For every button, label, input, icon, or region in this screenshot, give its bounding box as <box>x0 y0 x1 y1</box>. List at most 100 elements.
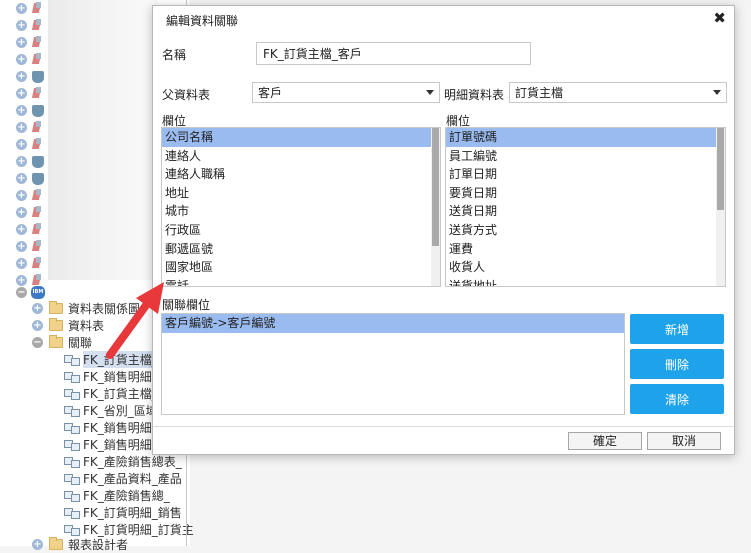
list-item[interactable]: 員工編號 <box>446 147 725 166</box>
tree-label: 報表設計者 <box>68 538 129 552</box>
list-item[interactable]: 國家地區 <box>162 258 440 277</box>
tree-item-relation[interactable]: FK_產品資料_產品 <box>64 470 182 487</box>
expand-icon[interactable]: + <box>32 539 43 550</box>
collapse-icon[interactable]: − <box>16 287 27 298</box>
expand-icon[interactable]: + <box>16 105 27 116</box>
list-item[interactable]: 送貨日期 <box>446 202 725 221</box>
tree-row[interactable]: + <box>16 102 44 119</box>
delete-button[interactable]: 刪除 <box>630 349 724 379</box>
list-item[interactable]: 郵遞區號 <box>162 240 440 259</box>
list-item[interactable]: 收貨人 <box>446 258 725 277</box>
tree-item-relation[interactable]: FK_訂貨主檔_ <box>64 385 158 402</box>
list-item[interactable]: 連絡人職稱 <box>162 165 440 184</box>
report-icon <box>31 240 43 253</box>
list-item[interactable]: 客戶編號->客戶編號 <box>162 314 624 333</box>
tree-row[interactable]: + <box>16 255 43 272</box>
tree-row[interactable]: + <box>16 85 43 102</box>
scrollbar-thumb[interactable] <box>717 128 724 210</box>
query-icon <box>32 104 44 117</box>
scrollbar[interactable] <box>431 128 440 286</box>
report-icon <box>31 87 43 100</box>
expand-icon[interactable]: + <box>16 3 27 14</box>
expand-icon[interactable]: + <box>16 224 27 235</box>
list-item[interactable]: 訂單號碼 <box>446 128 725 147</box>
tree-row[interactable]: + <box>16 68 44 85</box>
tree-row[interactable]: + <box>16 204 43 221</box>
tree-row-database[interactable]: − IBM <box>16 284 45 301</box>
tree-item-relation[interactable]: FK_銷售明細 <box>64 436 152 453</box>
tree-row[interactable]: + <box>16 119 43 136</box>
list-item[interactable]: 連絡人 <box>162 147 440 166</box>
tree-row[interactable]: + <box>16 187 43 204</box>
list-item[interactable]: 送貨方式 <box>446 221 725 240</box>
folder-icon <box>49 301 63 314</box>
tree-item-relation[interactable]: FK_產險銷售總_ <box>64 487 170 504</box>
tree-row[interactable]: + <box>16 238 43 255</box>
expand-icon[interactable]: + <box>16 190 27 201</box>
tree-item-relation[interactable]: FK_訂貨明細_銷售 <box>64 504 182 521</box>
scrollbar-thumb[interactable] <box>432 128 439 246</box>
tree-row[interactable]: + <box>16 221 43 238</box>
relation-icon <box>64 405 80 417</box>
expand-icon[interactable]: + <box>16 88 27 99</box>
expand-icon[interactable]: + <box>16 258 27 269</box>
tree-item-relation[interactable]: FK_產險銷售總表_ <box>64 453 182 470</box>
expand-icon[interactable]: + <box>16 173 27 184</box>
scrollbar[interactable] <box>716 128 725 286</box>
relation-fields-list[interactable]: 客戶編號->客戶編號 <box>161 313 625 415</box>
tree-row[interactable]: + <box>16 51 43 68</box>
tree-folder-relations[interactable]: − 關聯 <box>32 334 92 351</box>
list-item[interactable]: 訂單日期 <box>446 165 725 184</box>
tree-row[interactable]: + <box>16 0 43 17</box>
expand-icon[interactable]: + <box>16 241 27 252</box>
relation-icon <box>64 524 80 536</box>
collapse-icon[interactable]: − <box>32 337 43 348</box>
list-item[interactable]: 要貨日期 <box>446 184 725 203</box>
report-icon <box>31 121 43 134</box>
list-item[interactable]: 城市 <box>162 202 440 221</box>
tree-label: 關聯 <box>68 336 93 350</box>
relation-icon <box>64 422 80 434</box>
tree-row[interactable]: + <box>16 170 44 187</box>
report-icon <box>31 36 43 49</box>
expand-icon[interactable]: + <box>16 207 27 218</box>
tree-folder-report-designer[interactable]: + 報表設計者 <box>32 536 128 553</box>
expand-icon[interactable]: + <box>16 71 27 82</box>
detail-table-select[interactable]: 訂貨主檔 <box>509 82 727 103</box>
red-arrow-annotation <box>106 282 164 359</box>
list-item[interactable]: 地址 <box>162 184 440 203</box>
tree-row[interactable]: + <box>16 17 43 34</box>
expand-icon[interactable]: + <box>16 122 27 133</box>
list-item[interactable]: 電話 <box>162 277 440 286</box>
expand-icon[interactable]: + <box>32 303 43 314</box>
expand-icon[interactable]: + <box>32 320 43 331</box>
expand-icon[interactable]: + <box>16 139 27 150</box>
tree-folder-tables[interactable]: + 資料表 <box>32 317 104 334</box>
ok-button[interactable]: 確定 <box>568 432 642 450</box>
tree-item-relation[interactable]: FK_銷售明細 <box>64 419 152 436</box>
expand-icon[interactable]: + <box>16 156 27 167</box>
parent-fields-list[interactable]: 公司名稱 連絡人 連絡人職稱 地址 城市 行政區 郵遞區號 國家地區 電話 <box>161 127 441 287</box>
add-button[interactable]: 新增 <box>630 314 724 344</box>
list-item[interactable]: 行政區 <box>162 221 440 240</box>
tree-label: FK_產品資料_產品 <box>83 472 182 486</box>
list-item[interactable]: 運費 <box>446 240 725 259</box>
tree-row[interactable]: + <box>16 34 43 51</box>
list-item[interactable]: 送貨地址 <box>446 277 725 286</box>
cancel-button[interactable]: 取消 <box>647 432 721 450</box>
clear-button[interactable]: 清除 <box>630 384 724 414</box>
detail-fields-list[interactable]: 訂單號碼 員工編號 訂單日期 要貨日期 送貨日期 送貨方式 運費 收貨人 送貨地… <box>445 127 726 287</box>
close-icon[interactable]: ✖ <box>713 9 726 27</box>
detail-table-value: 訂貨主檔 <box>515 86 564 100</box>
report-icon <box>31 223 43 236</box>
tree-item-relation[interactable]: FK_銷售明細 <box>64 368 152 385</box>
tree-row[interactable]: + <box>16 153 44 170</box>
expand-icon[interactable]: + <box>16 20 27 31</box>
expand-icon[interactable]: + <box>16 54 27 65</box>
expand-icon[interactable]: + <box>16 37 27 48</box>
list-item[interactable]: 公司名稱 <box>162 128 440 147</box>
parent-table-select[interactable]: 客戶 <box>252 82 440 103</box>
name-input[interactable] <box>256 42 531 65</box>
tree-item-relation[interactable]: FK_省別_區域 <box>64 402 158 419</box>
tree-row[interactable]: + <box>16 136 43 153</box>
